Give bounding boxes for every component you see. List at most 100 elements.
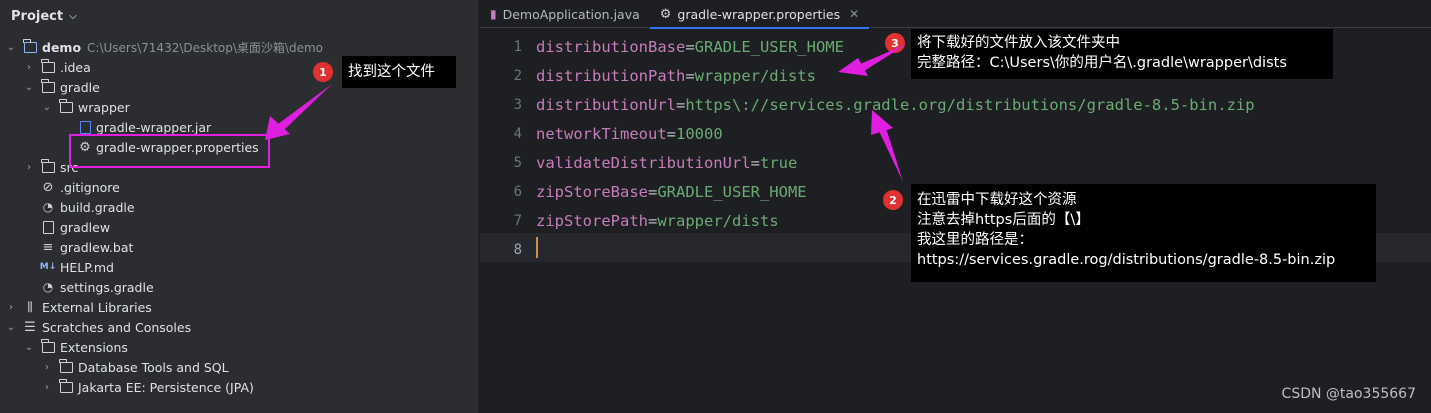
tree-item-label: Scratches and Consoles — [42, 319, 192, 335]
line-number: 5 — [513, 155, 522, 171]
tree-item-label: HELP.md — [60, 259, 114, 275]
tree-item-label: demo — [42, 39, 82, 55]
close-icon[interactable]: ✕ — [849, 7, 859, 21]
equals-sign: = — [647, 212, 658, 230]
property-key: zipStorePath — [536, 212, 648, 230]
project-title: Project — [11, 9, 64, 24]
callout-2: 在迅雷中下载好这个资源 注意去掉https后面的【\】 我这里的路径是： htt… — [911, 184, 1376, 282]
tree-item-label: Extensions — [60, 339, 128, 355]
line-number: 2 — [513, 68, 522, 84]
callout-3: 将下载好的文件放入该文件夹中 完整路径：C:\Users\你的用户名\.grad… — [911, 29, 1333, 79]
tree-item-external-libraries[interactable]: › ⫼ External Libraries — [0, 297, 479, 317]
property-value: GRADLE_USER_HOME — [694, 38, 844, 56]
property-key: distributionUrl — [536, 96, 676, 114]
step-badge-2: 2 — [883, 190, 903, 210]
folder-icon — [40, 57, 56, 77]
tree-item-help-md[interactable]: M↓ HELP.md — [0, 257, 479, 277]
tree-item-gradlew[interactable]: gradlew — [0, 217, 479, 237]
line-number: 8 — [513, 242, 522, 258]
folder-icon — [58, 97, 74, 117]
property-value: wrapper/dists — [657, 212, 779, 230]
watermark: CSDN @tao355667 — [1281, 386, 1416, 402]
callout-text: 将下载好的文件放入该文件夹中 — [917, 35, 1120, 51]
tree-item-scratches[interactable]: ⌄ ☰ Scratches and Consoles — [0, 317, 479, 337]
libraries-icon: ⫼ — [27, 299, 33, 314]
chevron-down-icon[interactable]: ⌄ — [5, 317, 17, 337]
chevron-down-icon[interactable]: ⌄ — [5, 37, 17, 57]
scratches-icon: ☰ — [24, 319, 36, 335]
property-value: GRADLE_USER_HOME — [657, 183, 807, 201]
tree-item-jakarta-ee[interactable]: › Jakarta EE: Persistence (JPA) — [0, 377, 479, 397]
line-number: 4 — [513, 126, 522, 142]
property-key: zipStoreBase — [536, 183, 648, 201]
tree-item-database-tools[interactable]: › Database Tools and SQL — [0, 357, 479, 377]
callout-text: 完整路径：C:\Users\你的用户名\.gradle\wrapper\dist… — [917, 55, 1287, 71]
chevron-down-icon[interactable]: ⌄ — [41, 97, 53, 117]
property-value: true — [759, 154, 798, 172]
project-panel-header[interactable]: Project ⌵ — [0, 0, 479, 33]
gitignore-icon: ⊘ — [42, 179, 54, 195]
gear-icon: ⚙ — [659, 6, 672, 22]
property-key: validateDistributionUrl — [536, 154, 751, 172]
chevron-down-icon[interactable]: ⌄ — [23, 337, 35, 357]
chevron-down-icon[interactable]: ⌵ — [69, 11, 77, 22]
step-badge-3: 3 — [885, 33, 905, 53]
chevron-down-icon[interactable]: ⌄ — [23, 77, 35, 97]
line-number-gutter: 1 2 3 4 5 6 7 8 — [480, 33, 530, 265]
tree-item-demo[interactable]: ⌄ demo C:\Users\71432\Desktop\桌面沙箱\demo — [0, 37, 479, 57]
chevron-right-icon[interactable]: › — [23, 157, 35, 177]
step-badge-1: 1 — [313, 62, 333, 82]
gradle-icon: ◔ — [42, 280, 54, 294]
folder-icon — [40, 337, 56, 357]
folder-icon — [40, 77, 56, 97]
markdown-icon: M↓ — [39, 262, 57, 272]
tree-item-extensions[interactable]: ⌄ Extensions — [0, 337, 479, 357]
callout-text: 注意去掉https后面的【\】 — [917, 212, 1090, 228]
code-line[interactable]: networkTimeout=10000 — [536, 120, 1255, 149]
tree-item-label: wrapper — [78, 99, 130, 115]
tree-item-build-gradle[interactable]: ◔ build.gradle — [0, 197, 479, 217]
tree-item-label: Database Tools and SQL — [78, 359, 229, 375]
equals-sign: = — [675, 96, 686, 114]
tree-item-label: gradlew.bat — [60, 239, 134, 255]
tab-demo-application[interactable]: ▮ DemoApplication.java — [480, 0, 650, 28]
tree-item-label: build.gradle — [60, 199, 135, 215]
tree-item-label: .idea — [60, 59, 91, 75]
tree-item-label: Jakarta EE: Persistence (JPA) — [78, 379, 254, 395]
property-key: networkTimeout — [536, 125, 667, 143]
tree-item-path: C:\Users\71432\Desktop\桌面沙箱\demo — [87, 40, 323, 55]
tree-item-settings-gradle[interactable]: ◔ settings.gradle — [0, 277, 479, 297]
tree-item-gradlew-bat[interactable]: ≡ gradlew.bat — [0, 237, 479, 257]
callout-text: https://services.gradle.rog/distribution… — [917, 252, 1336, 268]
tree-item-gitignore[interactable]: ⊘ .gitignore — [0, 177, 479, 197]
property-key: distributionPath — [536, 67, 686, 85]
line-number: 7 — [513, 213, 522, 229]
property-key: distributionBase — [536, 38, 686, 56]
equals-sign: = — [750, 154, 760, 172]
chevron-right-icon[interactable]: › — [41, 357, 53, 377]
folder-icon — [58, 377, 74, 397]
line-number: 6 — [513, 184, 522, 200]
tree-item-wrapper[interactable]: ⌄ wrapper — [0, 97, 479, 117]
property-value: wrapper/dists — [694, 67, 816, 85]
code-line[interactable]: validateDistributionUrl=true — [536, 149, 1255, 178]
equals-sign: = — [685, 67, 695, 85]
tab-gradle-wrapper-properties[interactable]: ⚙ gradle-wrapper.properties ✕ — [649, 0, 870, 29]
tab-label: DemoApplication.java — [502, 6, 640, 22]
chevron-right-icon[interactable]: › — [23, 57, 35, 77]
editor-tabs: ▮ DemoApplication.java ⚙ gradle-wrapper.… — [480, 0, 1431, 29]
line-number: 3 — [513, 97, 522, 113]
callout-text: 找到这个文件 — [348, 64, 435, 80]
equals-sign: = — [685, 38, 695, 56]
property-value: https\://services.gradle.org/distributio… — [685, 96, 1255, 114]
callout-1: 找到这个文件 — [342, 56, 456, 88]
callout-text: 在迅雷中下载好这个资源 — [917, 192, 1077, 208]
chevron-right-icon[interactable]: › — [41, 377, 53, 397]
callout-text: 我这里的路径是： — [917, 232, 1033, 248]
gradle-icon: ◔ — [42, 200, 54, 214]
chevron-right-icon[interactable]: › — [5, 297, 17, 317]
code-line[interactable]: distributionUrl=https\://services.gradle… — [536, 91, 1255, 120]
folder-icon — [58, 357, 74, 377]
line-number: 1 — [513, 39, 522, 55]
equals-sign: = — [666, 125, 676, 143]
